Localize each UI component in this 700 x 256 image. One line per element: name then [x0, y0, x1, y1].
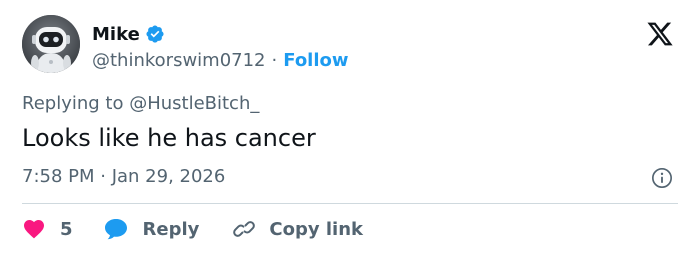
like-button[interactable]: 5 — [22, 217, 73, 241]
author-name-row: Mike — [92, 22, 165, 46]
tweet-actions: 5 Reply Copy link — [22, 214, 363, 244]
follow-button[interactable]: Follow — [283, 50, 348, 71]
separator-dot: · — [271, 49, 278, 71]
replying-to-text[interactable]: Replying to @HustleBitch_ — [22, 93, 259, 117]
verified-badge-icon — [146, 25, 164, 43]
avatar[interactable] — [22, 15, 80, 73]
tweet-text: Looks like he has cancer — [22, 124, 316, 152]
author-handle-row: @thinkorswim0712 · Follow — [92, 48, 349, 72]
x-logo-icon[interactable] — [646, 20, 674, 48]
author-display-name[interactable]: Mike — [92, 24, 140, 45]
copy-link-label: Copy link — [269, 218, 363, 240]
robot-avatar-icon — [22, 15, 80, 73]
info-icon[interactable] — [651, 167, 673, 189]
divider — [22, 203, 678, 204]
author-handle[interactable]: @thinkorswim0712 — [92, 50, 266, 71]
heart-icon — [24, 220, 44, 239]
link-icon — [233, 221, 256, 237]
tweet-timestamp[interactable]: 7:58 PM · Jan 29, 2026 — [22, 166, 225, 190]
reply-bubble-icon — [104, 219, 127, 240]
reply-label: Reply — [142, 218, 200, 240]
like-count: 5 — [60, 218, 73, 240]
reply-button[interactable]: Reply — [103, 217, 200, 241]
copy-link-button[interactable]: Copy link — [231, 217, 363, 241]
tweet-card: Mike @thinkorswim0712 · Follow Replying … — [0, 0, 700, 256]
